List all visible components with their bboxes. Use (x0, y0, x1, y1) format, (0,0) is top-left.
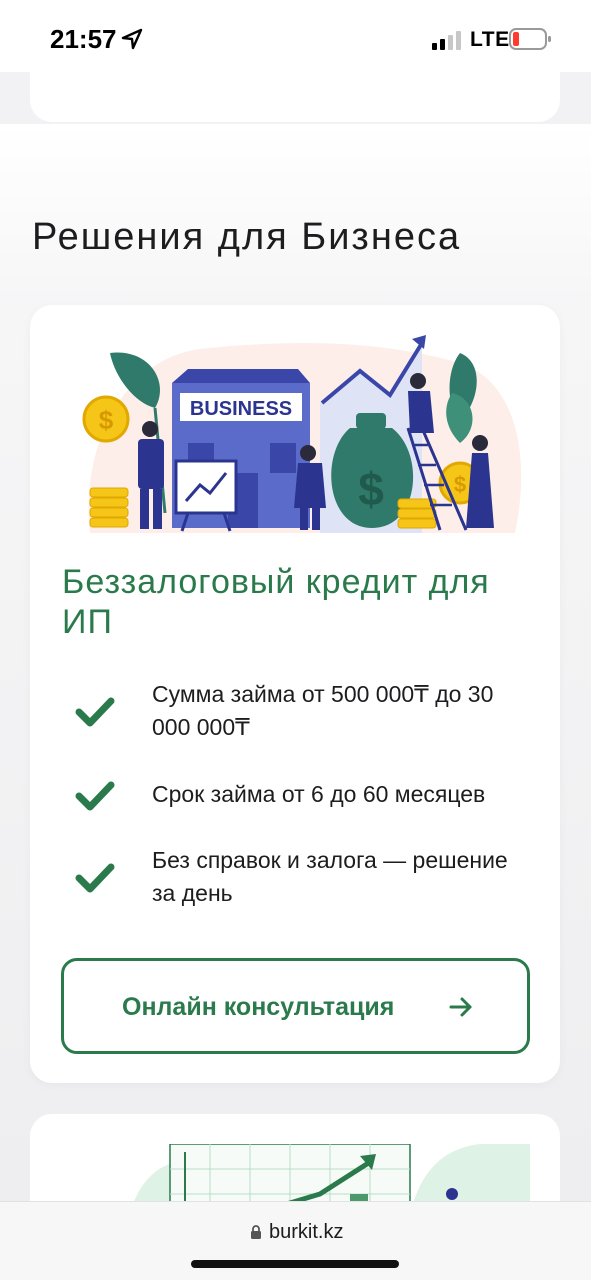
online-consultation-button[interactable]: Онлайн консультация (61, 958, 530, 1054)
button-label: Онлайн консультация (122, 993, 395, 1021)
status-bar: 21:57 LTE (0, 0, 591, 72)
feature-text: Срок займа от 6 до 60 месяцев (152, 781, 486, 807)
feature-text: Без справок и залога — решение за день (152, 847, 508, 906)
arrow-right-icon (449, 997, 472, 1017)
feature-item-loan-term: Срок займа от 6 до 60 месяцев (75, 778, 525, 818)
status-time: 21:57 (50, 24, 117, 54)
feature-item-loan-amount: Сумма займа от 500 000₸ до 30 000 000₸ (75, 678, 525, 748)
battery-icon (509, 28, 551, 50)
check-icon (75, 781, 115, 811)
building-sign-text: BUSINESS (190, 398, 292, 420)
feature-item-no-collateral: Без справок и залога — решение за день (75, 844, 525, 914)
check-icon (75, 863, 115, 893)
network-type: LTE (470, 28, 510, 51)
signal-icon (432, 31, 461, 50)
feature-text: Сумма займа от 500 000₸ до 30 000 000₸ (152, 681, 494, 740)
check-icon (75, 697, 115, 727)
url-text: burkit.kz (269, 1221, 344, 1243)
business-illustration: BUSINESS $ $ $ (82, 335, 522, 533)
location-arrow-icon (121, 28, 143, 50)
browser-address-bar[interactable]: burkit.kz (0, 1201, 591, 1280)
home-indicator (191, 1260, 399, 1268)
lock-icon (251, 1225, 261, 1239)
card-title: Беззалоговый кредит для ИП (62, 563, 490, 641)
svg-text:$: $ (99, 405, 114, 435)
section-title: Решения для Бизнеса (32, 216, 462, 258)
svg-text:$: $ (454, 472, 466, 497)
svg-text:$: $ (358, 463, 384, 515)
previous-card-bottom (30, 72, 560, 122)
